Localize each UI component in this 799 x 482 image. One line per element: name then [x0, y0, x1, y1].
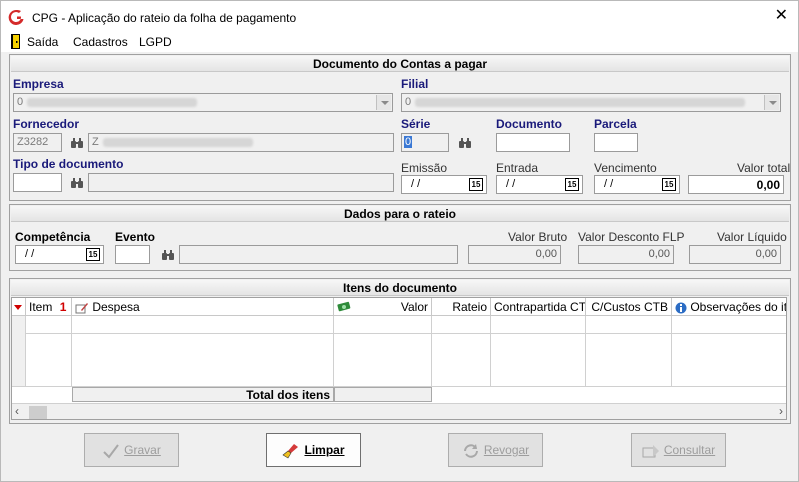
chevron-down-icon	[376, 95, 391, 110]
grid-column-contrapartida	[491, 316, 586, 386]
money-icon	[337, 301, 351, 312]
column-header-valor[interactable]: Valor	[334, 298, 432, 316]
tipo-documento-label: Tipo de documento	[13, 157, 124, 171]
items-group-header: Itens do documento	[11, 280, 789, 296]
binoculars-icon[interactable]	[161, 249, 175, 261]
total-items-value	[334, 387, 432, 402]
consultar-button[interactable]: Consultar	[631, 433, 726, 467]
row-indicator-header	[12, 298, 26, 316]
documento-label: Documento	[496, 117, 562, 131]
valor-total-label: Valor total	[737, 161, 791, 175]
emissao-date-input[interactable]: / / 15	[401, 175, 487, 194]
filial-label: Filial	[401, 77, 429, 91]
document-group-header: Documento do Contas a pagar	[11, 56, 789, 72]
info-icon	[675, 302, 687, 314]
grid-column-item	[26, 316, 72, 386]
sort-order-icon: 1	[59, 300, 67, 314]
evento-name-input[interactable]	[179, 245, 458, 264]
menu-bar: Saída Cadastros LGPD	[1, 32, 798, 52]
parcela-label: Parcela	[594, 117, 637, 131]
evento-label: Evento	[115, 230, 156, 244]
tipo-documento-code-input[interactable]	[13, 173, 62, 192]
column-header-ccustos[interactable]: C/Custos CTB	[586, 298, 672, 316]
column-header-rateio[interactable]: Rateio	[432, 298, 491, 316]
binoculars-icon[interactable]	[458, 137, 472, 149]
column-header-item[interactable]: Item 1	[26, 298, 72, 316]
limpar-button[interactable]: Limpar	[266, 433, 361, 467]
valor-desconto-input[interactable]: 0,00	[578, 245, 674, 264]
valor-total-input[interactable]: 0,00	[688, 175, 784, 194]
serie-label: Série	[401, 117, 431, 131]
binoculars-icon[interactable]	[70, 137, 84, 149]
edit-pen-icon	[75, 302, 88, 314]
grid-column-ccustos	[586, 316, 672, 386]
binoculars-icon[interactable]	[70, 177, 84, 189]
valor-desconto-label: Valor Desconto FLP	[578, 230, 685, 244]
total-items-label: Total dos itens	[72, 387, 334, 402]
grid-row-divider	[26, 333, 786, 334]
entrada-date-input[interactable]: / / 15	[496, 175, 583, 194]
valor-bruto-input[interactable]: 0,00	[468, 245, 561, 264]
grid-column-despesa	[72, 316, 334, 386]
empresa-select[interactable]: 0	[13, 93, 393, 112]
competencia-label: Competência	[15, 230, 91, 244]
menu-cadastros[interactable]: Cadastros	[73, 35, 128, 49]
close-button[interactable]: ✕	[775, 7, 788, 25]
scrollbar-thumb[interactable]	[29, 406, 47, 419]
competencia-date-input[interactable]: / / 15	[15, 245, 104, 264]
checkmark-icon	[103, 444, 119, 459]
grid-column-rateio	[432, 316, 491, 386]
valor-bruto-label: Valor Bruto	[508, 230, 568, 244]
gravar-button[interactable]: Gravar	[84, 433, 179, 467]
column-header-despesa[interactable]: Despesa	[72, 298, 334, 316]
emissao-label: Emissão	[401, 161, 448, 175]
filial-select[interactable]: 0	[401, 93, 781, 112]
row-indicator-column	[12, 316, 26, 386]
rateio-group-header: Dados para o rateio	[11, 206, 789, 222]
title-bar: CPG - Aplicação do rateio da folha de pa…	[1, 1, 798, 32]
calendar-icon[interactable]: 15	[469, 178, 483, 191]
window-title: CPG - Aplicação do rateio da folha de pa…	[32, 11, 297, 25]
grid-column-valor	[334, 316, 432, 386]
application-window: CPG - Aplicação do rateio da folha de pa…	[0, 0, 799, 482]
calendar-icon[interactable]: 15	[565, 178, 579, 191]
vencimento-label: Vencimento	[594, 161, 657, 175]
column-header-contrapartida[interactable]: Contrapartida CTB	[491, 298, 586, 316]
horizontal-scrollbar[interactable]: ‹ ›	[12, 403, 786, 419]
items-grid[interactable]: Item 1 Despesa Valor Rateio Contrapartid…	[11, 297, 787, 420]
empresa-label: Empresa	[13, 77, 64, 91]
documento-input[interactable]	[496, 133, 570, 152]
fornecedor-code-input[interactable]: Z3282	[13, 133, 62, 152]
sort-down-icon	[14, 305, 22, 310]
app-logo-icon	[8, 9, 24, 25]
calendar-icon[interactable]: 15	[662, 178, 676, 191]
column-header-observacoes[interactable]: Observações do item	[672, 298, 786, 316]
exit-door-icon	[11, 34, 20, 49]
consult-icon	[642, 444, 659, 458]
parcela-input[interactable]	[594, 133, 638, 152]
revoke-arrows-icon	[463, 443, 478, 458]
fornecedor-name-input[interactable]: Z	[88, 133, 394, 152]
broom-icon	[282, 443, 299, 459]
evento-code-input[interactable]	[115, 245, 150, 264]
chevron-down-icon	[764, 95, 779, 110]
serie-input[interactable]: 0	[401, 133, 449, 152]
entrada-label: Entrada	[496, 161, 539, 175]
valor-liquido-input[interactable]: 0,00	[689, 245, 781, 264]
tipo-documento-name-input[interactable]	[88, 173, 394, 192]
scroll-right-icon[interactable]: ›	[779, 404, 783, 418]
fornecedor-label: Fornecedor	[13, 117, 80, 131]
revogar-button[interactable]: Revogar	[448, 433, 543, 467]
menu-lgpd[interactable]: LGPD	[139, 35, 172, 49]
valor-liquido-label: Valor Líquido	[717, 230, 787, 244]
scroll-left-icon[interactable]: ‹	[15, 404, 19, 418]
calendar-icon[interactable]: 15	[86, 248, 100, 261]
vencimento-date-input[interactable]: / / 15	[594, 175, 680, 194]
menu-saida[interactable]: Saída	[27, 35, 58, 49]
